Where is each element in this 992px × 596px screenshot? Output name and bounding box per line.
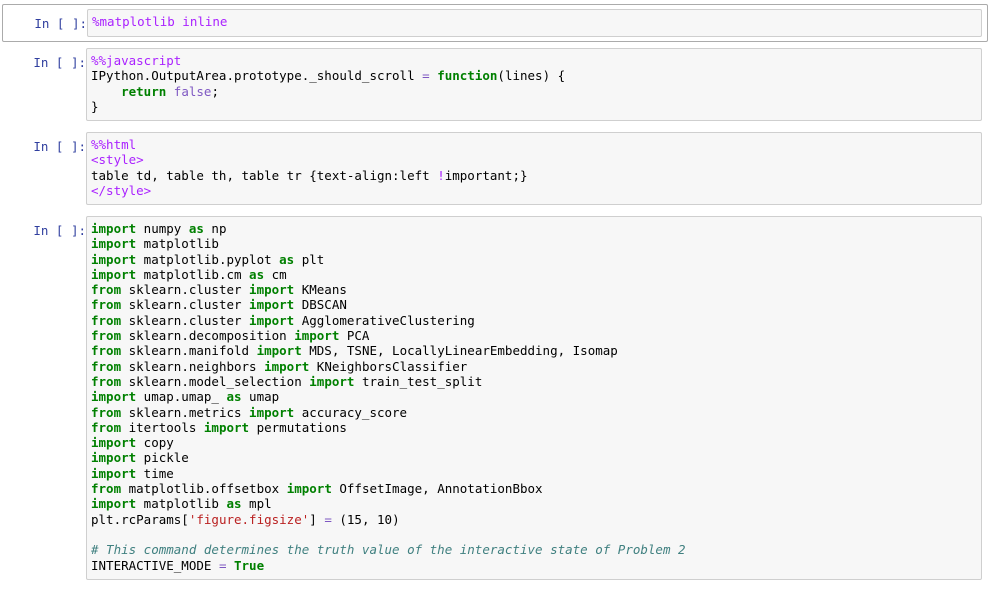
code-line: from sklearn.cluster import Agglomerativ… (91, 312, 475, 328)
code-line: import numpy as np (91, 221, 227, 236)
code-line: from itertools import permutations (91, 419, 347, 435)
code-line: INTERACTIVE_MODE = True (91, 557, 265, 573)
code-line: import time (91, 465, 174, 481)
cell-2-prompt: In [ ]: (33, 55, 86, 70)
cell-2-editor[interactable]: %%javascript IPython.OutputArea.prototype… (86, 48, 982, 121)
notebook-cell-2[interactable]: In [ ]: %%javascript IPython.OutputArea.p… (0, 48, 986, 122)
notebook-cell-4[interactable]: In [ ]: import numpy as np import matplot… (0, 216, 986, 582)
code-line: from matplotlib.offsetbox import OffsetI… (91, 481, 543, 497)
cell-4-editor[interactable]: import numpy as np import matplotlib impor… (86, 216, 982, 580)
code-line: IPython.OutputArea.prototype._should_scr… (91, 68, 566, 84)
code-line: from sklearn.cluster import DBSCAN (91, 297, 347, 313)
code-line: <style> (91, 152, 144, 168)
code-line: import matplotlib.cm as cm (91, 266, 287, 282)
code-line: return false; (121, 83, 219, 99)
code-line: from sklearn.neighbors import KNeighbors… (91, 358, 468, 374)
notebook-cell-1[interactable]: In [ ]: %matplotlib inline (2, 4, 988, 42)
code-line: # This command determines the truth valu… (91, 542, 686, 558)
code-line: ​ (91, 527, 981, 542)
code-line: %matplotlib inline (92, 14, 228, 29)
code-line: </style> (91, 182, 152, 198)
code-line: %%javascript (91, 53, 182, 68)
code-line: from sklearn.metrics import accuracy_sco… (91, 404, 408, 420)
code-line: %%html (91, 137, 137, 152)
notebook-cell-3[interactable]: In [ ]: %%html <style> table td, table th,… (0, 132, 986, 206)
code-line: } (91, 98, 99, 114)
code-line: import copy (91, 435, 174, 451)
code-line: table td, table th, table tr {text-align… (91, 167, 528, 183)
code-line: import umap.umap_ as umap (91, 389, 280, 405)
cell-1-prompt: In [ ]: (34, 16, 87, 31)
cell-3-prompt: In [ ]: (33, 139, 86, 154)
code-line: import matplotlib (91, 236, 219, 252)
code-line: from sklearn.manifold import MDS, TSNE, … (91, 343, 618, 359)
code-line: from sklearn.cluster import KMeans (91, 282, 347, 298)
code-line: import pickle (91, 450, 189, 466)
code-line: import matplotlib.pyplot as plt (91, 251, 325, 267)
cell-3-editor[interactable]: %%html <style> table td, table th, table t… (86, 132, 982, 205)
code-line: import matplotlib as mpl (91, 496, 272, 512)
code-line: plt.rcParams['figure.figsize'] = (15, 10… (91, 511, 400, 527)
code-line: from sklearn.decomposition import PCA (91, 328, 370, 344)
code-line: from sklearn.model_selection import trai… (91, 373, 483, 389)
cell-4-prompt: In [ ]: (33, 223, 86, 238)
cell-1-editor[interactable]: %matplotlib inline (87, 9, 982, 37)
